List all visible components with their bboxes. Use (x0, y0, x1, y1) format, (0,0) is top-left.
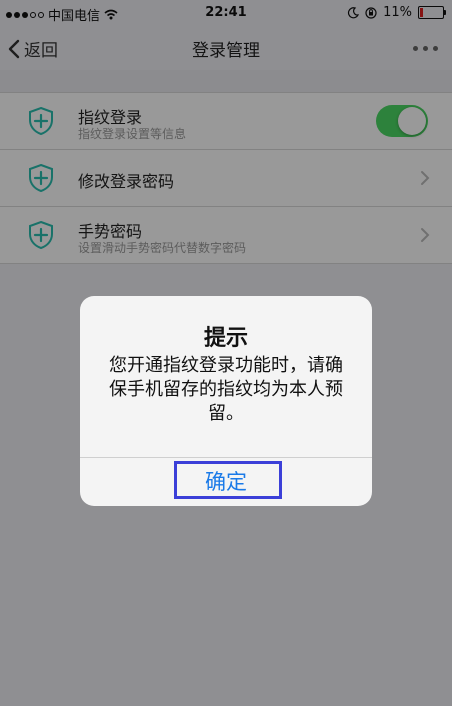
confirm-button[interactable]: 确定 (80, 466, 372, 496)
alert-title: 提示 (203, 326, 248, 351)
alert-dialog: 提示 您开通指纹登录功能时，请确保手机留存的指纹均为本人预留。 确定 (80, 296, 372, 506)
app-screen: 中国电信 22:41 11% 返回 登录管理 指纹登录 指纹登录设置等信息 修改… (0, 0, 452, 706)
alert-divider (80, 457, 372, 458)
alert-message: 您开通指纹登录功能时，请确保手机留存的指纹均为本人预留。 (109, 355, 343, 424)
